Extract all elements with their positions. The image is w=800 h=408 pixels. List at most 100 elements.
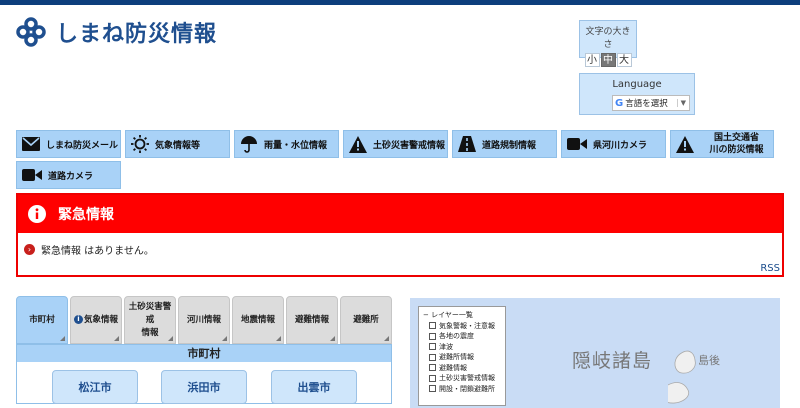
nav-label: 道路規制情報 (482, 140, 537, 151)
layer-item[interactable]: 気象警報・注意報 (423, 321, 501, 332)
nav-label: 道路カメラ (48, 171, 94, 182)
layer-item[interactable]: 土砂災害警戒情報 (423, 373, 501, 384)
tab-label: 土砂災害警戒 情報 (125, 301, 175, 340)
layer-checkbox[interactable] (429, 374, 436, 382)
nav-weather[interactable]: 気象情報等 (125, 130, 230, 158)
city-button-matsue[interactable]: 松江市 (52, 370, 138, 404)
google-translate-icon: G (615, 97, 624, 109)
tab-municipality[interactable]: 市町村 (16, 296, 68, 344)
layer-checkbox[interactable] (429, 385, 436, 393)
language-panel: Language G 言語を選択 ▼ (579, 73, 695, 115)
warning-icon (676, 135, 694, 153)
nav-label: 土砂災害警戒情報 (373, 140, 446, 151)
layer-item[interactable]: 開設・閉鎖避難所 (423, 384, 501, 395)
warning-icon (349, 135, 367, 153)
corner-icon (276, 336, 281, 341)
chevron-right-icon: › (24, 244, 35, 255)
layer-list-title-text: レイヤー一覧 (431, 311, 473, 319)
nav-mlit-river[interactable]: 国土交通省川の防災情報 (670, 130, 774, 158)
tab-river[interactable]: 河川情報 (178, 296, 230, 344)
rss-link[interactable]: RSS (760, 263, 780, 274)
tab-label: 避難情報 (294, 314, 329, 325)
alert-body: › 緊急情報 はありません。 (18, 233, 782, 266)
nav-label-line1: 国土交通省 (713, 133, 759, 143)
nav-label: 雨量・水位情報 (264, 140, 328, 151)
nav-label: 国土交通省川の防災情報 (700, 132, 773, 156)
layer-checkbox[interactable] (429, 364, 436, 372)
corner-icon (384, 336, 389, 341)
tab-label-line2: 情報 (141, 327, 159, 338)
tab-label: 市町村 (29, 314, 55, 325)
layer-label: 避難情報 (439, 363, 467, 372)
layer-label: 気象警報・注意報 (439, 321, 495, 330)
font-size-label: 文字の大きさ (585, 27, 631, 50)
tab-weather[interactable]: i 気象情報 (70, 296, 122, 344)
language-select[interactable]: G 言語を選択 ▼ (612, 95, 690, 111)
shimane-logo-icon (16, 17, 46, 47)
tab-evacuation[interactable]: 避難情報 (286, 296, 338, 344)
road-icon (458, 136, 476, 152)
site-title: しまね防災情報 (56, 22, 218, 47)
umbrella-icon (241, 136, 257, 153)
nav-rainfall[interactable]: 雨量・水位情報 (234, 130, 339, 158)
tab-shelter[interactable]: 避難所 (340, 296, 392, 344)
layer-label: 避難所情報 (439, 353, 474, 361)
layer-checkbox[interactable] (429, 353, 436, 361)
corner-icon (222, 336, 227, 341)
alert-message: 緊急情報 はありません。 (41, 246, 154, 257)
info-tabs: 市町村 i 気象情報 土砂災害警戒 情報 河川情報 地震情報 避難情報 避難所 (16, 296, 392, 344)
font-size-large-button[interactable]: 大 (616, 53, 632, 67)
nav-label: 県河川カメラ (593, 140, 648, 151)
tab-label: 河川情報 (186, 314, 221, 325)
nav-label-line2: 川の防災情報 (709, 145, 764, 155)
language-title: Language (612, 79, 662, 90)
font-size-medium-button[interactable]: 中 (600, 53, 616, 67)
corner-icon (114, 336, 119, 341)
video-camera-icon (567, 138, 587, 150)
layer-item[interactable]: 津波 (423, 342, 501, 353)
nav-landslide[interactable]: 土砂災害警戒情報 (343, 130, 448, 158)
layer-label: 土砂災害警戒情報 (439, 374, 495, 382)
nav-road-regulation[interactable]: 道路規制情報 (452, 130, 557, 158)
nav-label: しまね防災メール (46, 140, 119, 151)
language-select-label: 言語を選択 (625, 99, 668, 109)
tab-label: i 気象情報 (73, 314, 118, 327)
disaster-map[interactable]: − レイヤー一覧 気象警報・注意報 各地の震度 津波 避難所情報 避難情報 土砂… (410, 298, 780, 408)
layer-label: 各地の震度 (439, 332, 474, 340)
tab-label: 避難所 (353, 314, 379, 325)
layer-item[interactable]: 避難所情報 (423, 352, 501, 363)
city-button-izumo[interactable]: 出雲市 (271, 370, 357, 404)
layer-checkbox[interactable] (429, 332, 436, 340)
site-logo[interactable]: しまね防災情報 (16, 16, 217, 48)
nav-label: 気象情報等 (155, 140, 201, 151)
nav-bousai-mail[interactable]: しまね防災メール (16, 130, 121, 158)
layer-item[interactable]: 避難情報 (423, 363, 501, 374)
layer-checkbox[interactable] (429, 343, 436, 351)
layer-checkbox[interactable] (429, 322, 436, 330)
layer-label: 津波 (439, 342, 453, 351)
video-camera-icon (22, 169, 42, 181)
sun-icon (131, 135, 149, 153)
municipality-panel: 市町村 松江市 浜田市 出雲市 (16, 344, 392, 404)
emergency-alert-panel: 緊急情報 › 緊急情報 はありません。 RSS (16, 193, 784, 277)
map-label-dogo: 島後 (698, 354, 720, 367)
city-button-hamada[interactable]: 浜田市 (161, 370, 247, 404)
map-label-oki: 隠岐諸島 (572, 350, 653, 372)
font-size-small-button[interactable]: 小 (584, 53, 600, 67)
municipality-title: 市町村 (17, 345, 391, 362)
nav-river-camera[interactable]: 県河川カメラ (561, 130, 666, 158)
layer-item[interactable]: 各地の震度 (423, 331, 501, 342)
alert-title: 緊急情報 (58, 207, 114, 223)
layer-list: − レイヤー一覧 気象警報・注意報 各地の震度 津波 避難所情報 避難情報 土砂… (418, 306, 506, 406)
font-size-panel: 文字の大きさ 小 中 大 (579, 20, 637, 67)
nav-road-camera[interactable]: 道路カメラ (16, 161, 121, 189)
top-accent-bar (0, 0, 800, 5)
tab-label-text: 気象情報 (83, 314, 118, 325)
tab-landslide[interactable]: 土砂災害警戒 情報 (124, 296, 176, 344)
layer-list-title[interactable]: − レイヤー一覧 (423, 310, 501, 321)
corner-icon (60, 336, 65, 341)
dropdown-arrow-icon: ▼ (676, 99, 689, 107)
mail-icon (22, 137, 40, 151)
layer-label: 開設・閉鎖避難所 (439, 384, 495, 393)
tab-earthquake[interactable]: 地震情報 (232, 296, 284, 344)
